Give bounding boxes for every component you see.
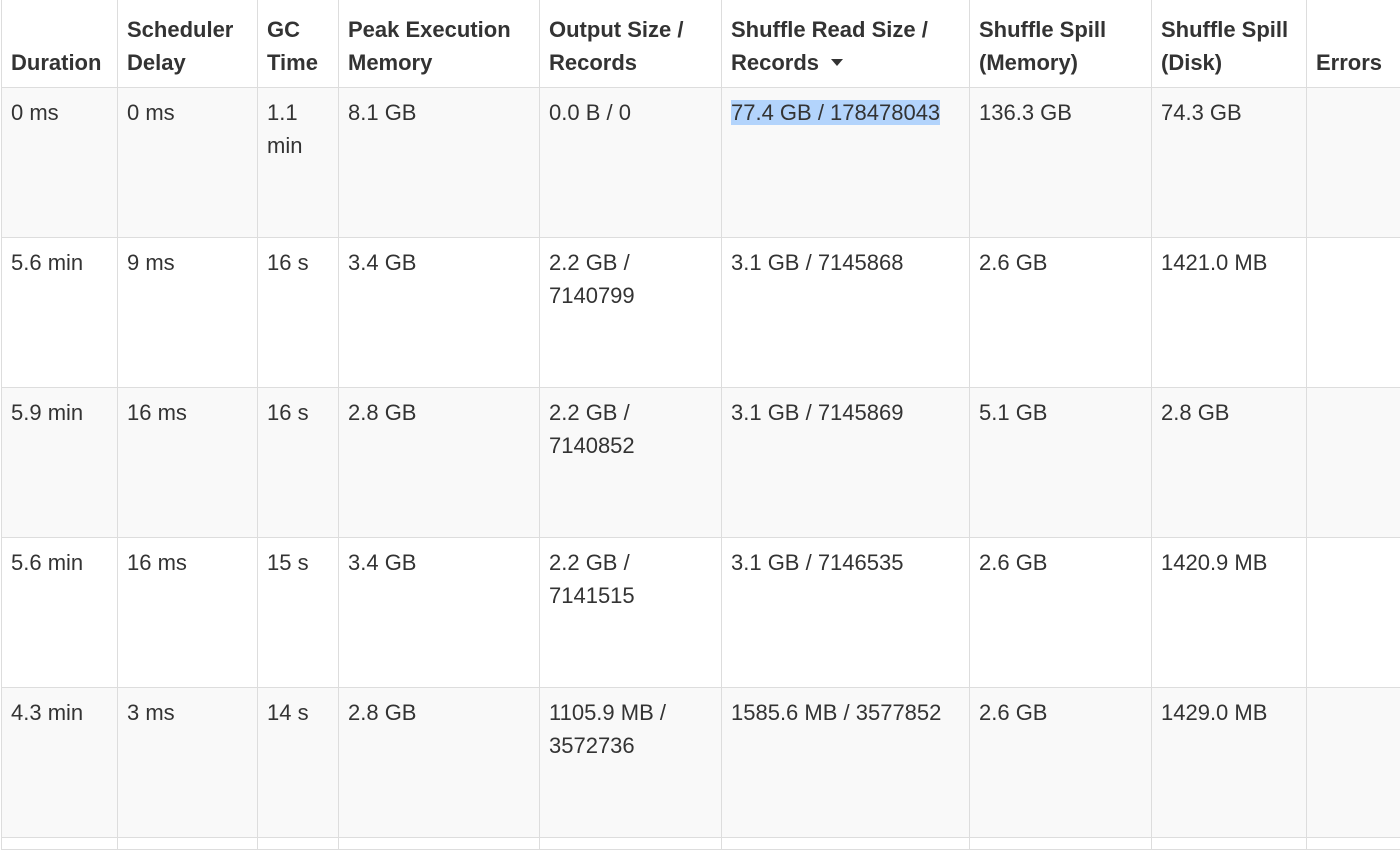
column-header-output-size-records[interactable]: Output Size /Records [540,0,722,87]
cell-scheduler-delay: 3 ms [118,687,258,837]
cell-peak-execution-memory: 2.8 GB [339,387,540,537]
cell-scheduler-delay: 16 ms [118,387,258,537]
cell-errors [1307,237,1400,387]
cell-shuffle-spill-disk: 1429.0 MB [1152,687,1307,837]
table-row: 5.6 min 9 ms 16 s 3.4 GB 2.2 GB / 714079… [2,237,1400,387]
cell-shuffle-spill-memory: 5.1 GB [970,387,1152,537]
cell-shuffle-spill-disk: 74.3 GB [1152,87,1307,237]
column-header-duration[interactable]: Duration [2,0,118,87]
column-header-peak-execution-memory[interactable]: Peak ExecutionMemory [339,0,540,87]
cell-scheduler-delay: 0 ms [118,87,258,237]
cell-peak-execution-memory: 3.4 GB [339,537,540,687]
selected-text: 77.4 GB / 178478043 [731,100,940,125]
cell-shuffle-read-size-records: 3.1 GB / 7146535 [722,537,970,687]
table-row: 4.3 min 3 ms 14 s 2.8 GB 1105.9 MB / 357… [2,687,1400,837]
cell-peak-execution-memory: 3.4 GB [339,237,540,387]
cell-gc-time: 16 s [258,237,339,387]
table-row: 5.6 min 16 ms 15 s 3.4 GB 2.2 GB / 71415… [2,537,1400,687]
cell-gc-time: 16 s [258,387,339,537]
cell-shuffle-spill-memory: 2.6 GB [970,237,1152,387]
cell-duration: 5.6 min [2,537,118,687]
table-row: 0 ms 0 ms 1.1 min 8.1 GB 0.0 B / 0 77.4 … [2,87,1400,237]
cell-peak-execution-memory: 2.8 GB [339,687,540,837]
cell-errors [1307,687,1400,837]
cell-shuffle-spill-disk: 2.8 GB [1152,387,1307,537]
column-header-scheduler-delay[interactable]: SchedulerDelay [118,0,258,87]
cell-duration: 5.6 min [2,237,118,387]
column-header-gc-time[interactable]: GCTime [258,0,339,87]
cell-peak-execution-memory: 8.1 GB [339,87,540,237]
cell-duration: 5.9 min [2,387,118,537]
cell-output-size-records: 2.2 GB / 7140799 [540,237,722,387]
cell-shuffle-spill-memory: 136.3 GB [970,87,1152,237]
column-header-shuffle-spill-memory[interactable]: Shuffle Spill(Memory) [970,0,1152,87]
column-header-shuffle-spill-disk[interactable]: Shuffle Spill(Disk) [1152,0,1307,87]
cell-output-size-records: 2.2 GB / 7141515 [540,537,722,687]
tasks-table: Duration SchedulerDelay GCTime Peak Exec… [1,0,1400,850]
cell-scheduler-delay: 9 ms [118,237,258,387]
cell-shuffle-spill-memory: 2.6 GB [970,687,1152,837]
cell-scheduler-delay: 16 ms [118,537,258,687]
cell-duration: 4.3 min [2,687,118,837]
cell-shuffle-read-size-records: 3.1 GB / 7145868 [722,237,970,387]
table-row: 5.9 min 16 ms 16 s 2.8 GB 2.2 GB / 71408… [2,387,1400,537]
table-row-partial [2,837,1400,849]
cell-errors [1307,87,1400,237]
cell-gc-time: 1.1 min [258,87,339,237]
column-header-errors[interactable]: Errors [1307,0,1400,87]
cell-shuffle-read-size-records: 77.4 GB / 178478043 [722,87,970,237]
cell-duration: 0 ms [2,87,118,237]
header-row: Duration SchedulerDelay GCTime Peak Exec… [2,0,1400,87]
cell-errors [1307,387,1400,537]
cell-shuffle-spill-memory: 2.6 GB [970,537,1152,687]
caret-down-icon[interactable] [831,59,843,66]
cell-output-size-records: 2.2 GB / 7140852 [540,387,722,537]
cell-output-size-records: 0.0 B / 0 [540,87,722,237]
cell-shuffle-read-size-records: 1585.6 MB / 3577852 [722,687,970,837]
cell-shuffle-spill-disk: 1420.9 MB [1152,537,1307,687]
cell-gc-time: 15 s [258,537,339,687]
cell-errors [1307,537,1400,687]
cell-shuffle-read-size-records: 3.1 GB / 7145869 [722,387,970,537]
cell-gc-time: 14 s [258,687,339,837]
column-header-shuffle-read-size-records[interactable]: Shuffle Read Size /Records [722,0,970,87]
cell-shuffle-spill-disk: 1421.0 MB [1152,237,1307,387]
cell-output-size-records: 1105.9 MB / 3572736 [540,687,722,837]
